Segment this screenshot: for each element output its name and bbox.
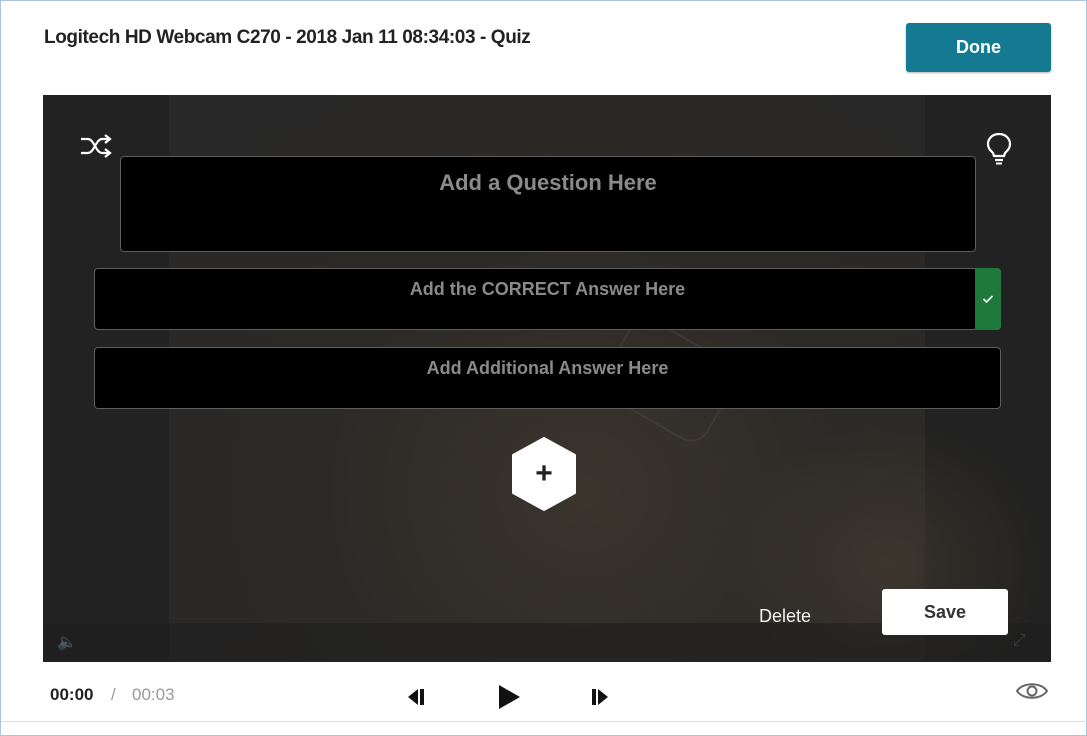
playback-controls: 00:00 / 00:03 [1, 662, 1087, 722]
bottom-divider [1, 721, 1087, 722]
time-separator: / [111, 685, 116, 704]
check-icon [982, 295, 994, 304]
correct-answer-placeholder: Add the CORRECT Answer Here [409, 279, 686, 299]
delete-button[interactable]: Delete [743, 599, 827, 633]
additional-answer-placeholder: Add Additional Answer Here [426, 358, 669, 378]
plus-icon: + [535, 457, 553, 490]
volume-icon: 🔈 [57, 634, 77, 651]
add-answer-button[interactable]: + [509, 435, 579, 513]
correct-answer-marker [975, 268, 1001, 330]
done-button[interactable]: Done [906, 23, 1051, 72]
question-input[interactable]: Add a Question Here [120, 156, 976, 252]
total-time: 00:03 [132, 685, 175, 704]
shuffle-icon[interactable] [79, 133, 113, 159]
video-player: 🔈 ⤢ Add a Question Here Add the CORRECT … [43, 95, 1051, 662]
quiz-editor-window: Logitech HD Webcam C270 - 2018 Jan 11 08… [0, 0, 1087, 736]
step-back-icon[interactable] [405, 687, 429, 707]
current-time: 00:00 [50, 685, 94, 704]
page-title: Logitech HD Webcam C270 - 2018 Jan 11 08… [44, 27, 531, 48]
eye-icon[interactable] [1015, 679, 1049, 703]
correct-answer-input[interactable]: Add the CORRECT Answer Here [94, 268, 1001, 330]
play-icon[interactable] [496, 683, 522, 711]
lightbulb-icon[interactable] [984, 131, 1014, 165]
fullscreen-icon: ⤢ [1013, 632, 1026, 649]
step-forward-icon[interactable] [587, 687, 611, 707]
save-button[interactable]: Save [882, 589, 1008, 635]
additional-answer-input[interactable]: Add Additional Answer Here [94, 347, 1001, 409]
